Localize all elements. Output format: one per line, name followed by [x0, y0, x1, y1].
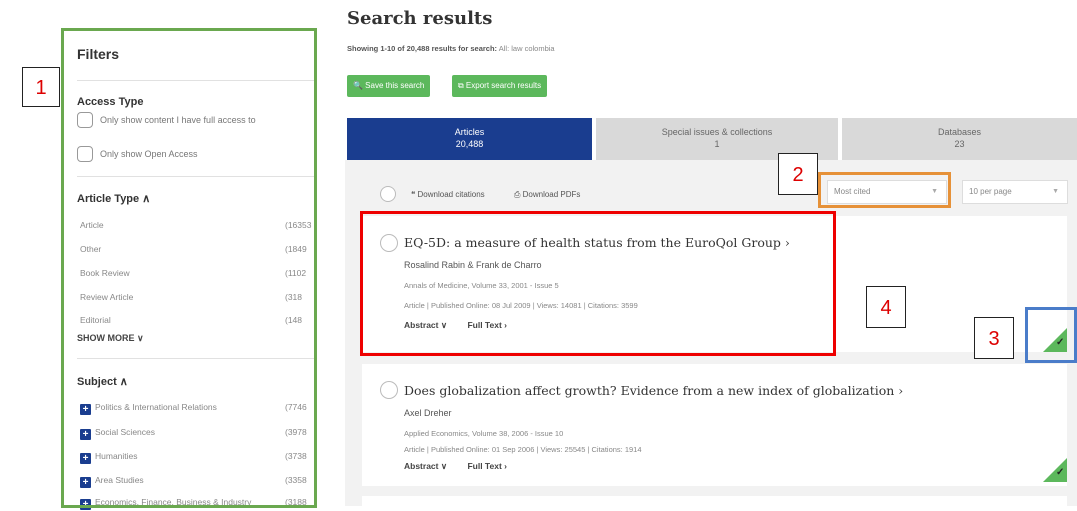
divider: [77, 358, 317, 359]
per-page-value: 10 per page: [969, 187, 1012, 196]
facet-social-sciences[interactable]: + Social Sciences (3978: [80, 427, 320, 441]
expand-plus-icon[interactable]: +: [80, 429, 91, 440]
facet-count: (148: [285, 315, 303, 325]
result-meta: Article | Published Online: 08 Jul 2009 …: [404, 301, 638, 310]
facet-label: Article: [80, 220, 104, 230]
facet-review-article[interactable]: Review Article (318: [80, 292, 320, 306]
callout-2: 2: [778, 153, 818, 195]
facet-count: (7746: [285, 402, 307, 412]
abstract-toggle[interactable]: Abstract ∨: [404, 320, 447, 330]
save-search-button[interactable]: 🔍 Save this search: [347, 75, 431, 97]
facet-count: (3358: [285, 475, 307, 485]
result-authors[interactable]: Rosalind Rabin & Frank de Charro: [404, 260, 542, 270]
expand-plus-icon[interactable]: +: [80, 477, 91, 488]
facet-article[interactable]: Article (16353: [80, 220, 320, 234]
facet-editorial[interactable]: Editorial (148: [80, 315, 320, 329]
page-title: Search results: [347, 8, 493, 29]
facet-politics[interactable]: + Politics & International Relations (774…: [80, 402, 320, 416]
result-card: EQ-5D: a measure of health status from t…: [362, 216, 1067, 352]
callout-4: 4: [866, 286, 906, 328]
facet-other[interactable]: Other (1849: [80, 244, 320, 258]
full-access-option[interactable]: Only show content I have full access to: [77, 111, 256, 129]
select-all-radio[interactable]: [380, 186, 396, 202]
result-journal[interactable]: Applied Economics, Volume 38, 2006 - Iss…: [404, 429, 563, 438]
result-title-link[interactable]: EQ-5D: a measure of health status from t…: [404, 235, 790, 250]
facet-count: (1102: [285, 268, 307, 278]
download-pdfs-link[interactable]: ⎙ Download PDFs: [514, 190, 580, 200]
expand-plus-icon[interactable]: +: [80, 499, 91, 510]
facet-count: (3738: [285, 451, 307, 461]
facet-count: (1849: [285, 244, 307, 254]
callout-3: 3: [974, 317, 1014, 359]
open-access-option[interactable]: Only show Open Access: [77, 145, 198, 163]
filters-title: Filters: [77, 46, 120, 62]
divider: [77, 176, 317, 177]
facet-label: Politics & International Relations: [95, 402, 217, 412]
facet-humanities[interactable]: + Humanities (3738: [80, 451, 320, 465]
result-card: [362, 496, 1067, 506]
per-page-select[interactable]: 10 per page ▼: [962, 180, 1068, 204]
full-text-link[interactable]: Full Text ›: [467, 461, 507, 471]
result-title-link[interactable]: Does globalization affect growth? Eviden…: [404, 383, 903, 398]
facet-book-review[interactable]: Book Review (1102: [80, 268, 320, 282]
tab-count: 1: [714, 139, 720, 149]
result-journal[interactable]: Annals of Medicine, Volume 33, 2001 - Is…: [404, 281, 559, 290]
facet-count: (318: [285, 292, 303, 302]
divider: [77, 80, 317, 81]
open-access-label: Only show Open Access: [100, 149, 198, 159]
result-meta: Article | Published Online: 01 Sep 2006 …: [404, 445, 642, 454]
full-text-link[interactable]: Full Text ›: [467, 320, 507, 330]
access-check-icon: ✓: [1043, 458, 1067, 482]
facet-economics[interactable]: + Economics, Finance, Business & Industry…: [80, 497, 320, 511]
facet-label: Area Studies: [95, 475, 144, 485]
chevron-down-icon: ▼: [931, 188, 938, 195]
full-access-label: Only show content I have full access to: [100, 115, 256, 125]
facet-count: (3978: [285, 427, 307, 437]
result-select-radio[interactable]: [380, 381, 398, 399]
show-more-link[interactable]: SHOW MORE ∨: [77, 333, 144, 344]
sort-value: Most cited: [834, 187, 871, 196]
access-type-title: Access Type: [77, 96, 144, 108]
abstract-toggle[interactable]: Abstract ∨: [404, 461, 447, 471]
facet-label: Editorial: [80, 315, 111, 325]
result-select-radio[interactable]: [380, 234, 398, 252]
tab-label: Databases: [937, 127, 982, 137]
tab-databases[interactable]: Databases 23: [842, 118, 1077, 160]
facet-label: Book Review: [80, 268, 130, 278]
chevron-down-icon: ▼: [1052, 188, 1059, 195]
subject-title[interactable]: Subject ∧: [77, 375, 128, 388]
facet-count: (16353: [285, 220, 312, 230]
result-links: Abstract ∨ Full Text ›: [404, 461, 525, 472]
export-results-button[interactable]: ⧉ Export search results: [452, 75, 548, 97]
expand-plus-icon[interactable]: +: [80, 453, 91, 464]
tab-label: Articles: [454, 127, 485, 137]
facet-area-studies[interactable]: + Area Studies (3358: [80, 475, 320, 489]
tab-articles[interactable]: Articles 20,488: [347, 118, 592, 160]
result-links: Abstract ∨ Full Text ›: [404, 320, 525, 331]
callout-1: 1: [22, 67, 60, 107]
result-authors[interactable]: Axel Dreher: [404, 408, 452, 418]
expand-plus-icon[interactable]: +: [80, 404, 91, 415]
results-summary: Showing 1-10 of 20,488 results for searc…: [347, 44, 555, 53]
facet-label: Humanities: [95, 451, 138, 461]
sort-select[interactable]: Most cited ▼: [827, 180, 947, 204]
access-check-icon: ✓: [1043, 328, 1067, 352]
tab-count: 23: [954, 139, 965, 149]
open-access-checkbox[interactable]: [77, 146, 93, 162]
facet-label: Social Sciences: [95, 427, 156, 437]
facet-label: Other: [80, 244, 102, 254]
full-access-checkbox[interactable]: [77, 112, 93, 128]
tab-label: Special issues & collections: [661, 127, 773, 137]
article-type-title[interactable]: Article Type ∧: [77, 192, 150, 205]
facet-label: Review Article: [80, 292, 134, 302]
download-citations-link[interactable]: ❝ Download citations: [411, 190, 485, 199]
result-card: Does globalization affect growth? Eviden…: [362, 364, 1067, 486]
tab-count: 20,488: [455, 139, 484, 149]
